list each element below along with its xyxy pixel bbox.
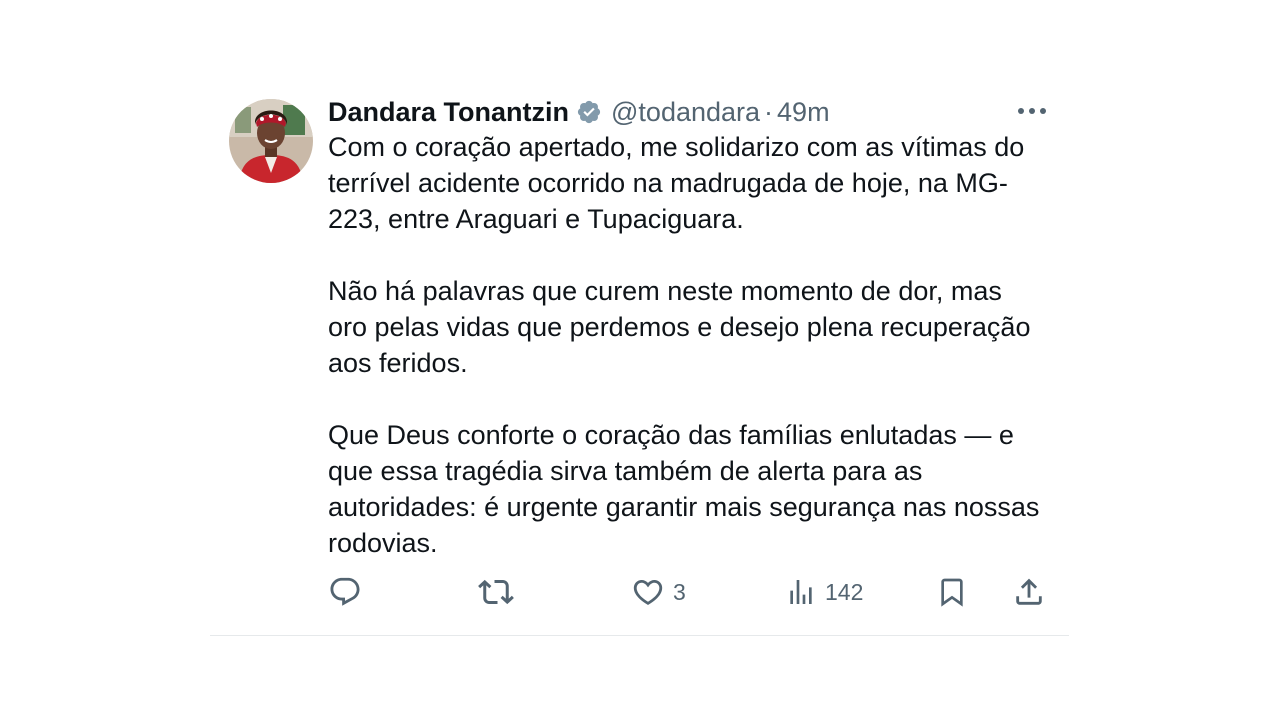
reply-button[interactable] — [328, 572, 362, 612]
reply-icon — [328, 575, 362, 609]
share-icon — [1012, 575, 1046, 609]
tweet-paragraph: Que Deus conforte o coração das famílias… — [328, 420, 1040, 558]
retweet-button[interactable] — [478, 572, 514, 612]
bookmark-button[interactable] — [936, 572, 968, 612]
bookmark-icon — [936, 575, 968, 609]
avatar[interactable] — [229, 99, 313, 183]
author-name[interactable]: Dandara Tonantzin — [328, 97, 569, 128]
tweet-paragraph: Não há palavras que curem neste momento … — [328, 276, 1031, 378]
author-handle[interactable]: @todandara — [611, 97, 760, 128]
views-chart-icon — [785, 576, 817, 608]
views-count: 142 — [825, 578, 864, 605]
tweet-timestamp[interactable]: 49m — [777, 97, 830, 128]
separator-dot: · — [764, 96, 774, 127]
more-options-icon[interactable] — [1016, 102, 1048, 120]
tweet-text: Com o coração apertado, me solidarizo co… — [328, 129, 1048, 561]
views-button[interactable]: 142 — [785, 572, 863, 612]
like-count: 3 — [673, 578, 686, 605]
like-button[interactable]: 3 — [631, 572, 686, 612]
tweet-actions: 3 142 — [328, 572, 1053, 612]
retweet-icon — [478, 574, 514, 610]
tweet-header: Dandara Tonantzin @todandara · 49m — [328, 95, 830, 129]
share-button[interactable] — [1012, 572, 1046, 612]
tweet-card[interactable]: Dandara Tonantzin @todandara · 49m Com o… — [210, 90, 1069, 636]
verified-badge-icon — [576, 99, 602, 125]
tweet-paragraph: Com o coração apertado, me solidarizo co… — [328, 132, 1025, 234]
heart-icon — [631, 575, 665, 609]
